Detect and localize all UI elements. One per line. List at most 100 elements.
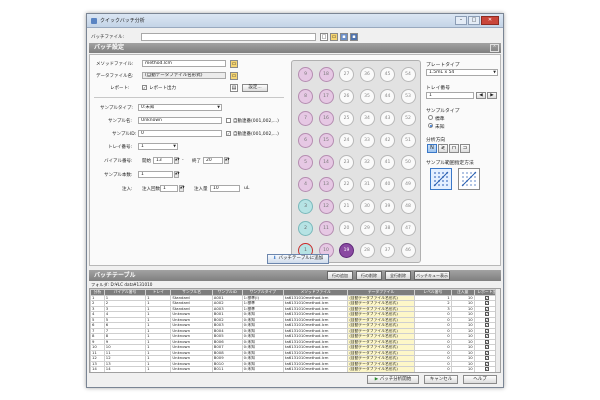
report-output-checkbox[interactable]: ✓ xyxy=(484,328,489,333)
vial-well[interactable]: 6 xyxy=(298,133,313,148)
report-output-checkbox[interactable]: ✓ xyxy=(484,345,489,349)
vial-well[interactable]: 35 xyxy=(359,89,375,104)
vial-well[interactable]: 45 xyxy=(380,67,395,82)
vial-well[interactable]: 54 xyxy=(400,67,416,82)
vial-well[interactable]: 50 xyxy=(400,155,416,170)
vial-well[interactable]: 26 xyxy=(339,89,354,104)
vial-well[interactable]: 11 xyxy=(318,221,334,236)
insert-row-button[interactable]: 行の追加 xyxy=(327,271,353,280)
injection-count-spinner[interactable]: ▲▼ xyxy=(179,185,185,192)
vial-well[interactable]: 36 xyxy=(359,67,375,82)
vial-well[interactable]: 15 xyxy=(318,133,334,148)
vial-well[interactable]: 2 xyxy=(298,221,313,236)
direction-z-icon[interactable]: ≷ xyxy=(438,144,448,153)
plate-type-select[interactable]: 1.5mL x 54 xyxy=(426,69,498,76)
report-output-checkbox[interactable]: ✓ xyxy=(484,317,489,322)
method-browse-icon[interactable]: ▭ xyxy=(230,60,238,68)
table-scrollbar[interactable] xyxy=(495,289,500,372)
right-tray-number-input[interactable]: 1 xyxy=(426,92,474,99)
vial-well[interactable]: 47 xyxy=(400,221,416,236)
radio-standard[interactable] xyxy=(428,115,433,120)
vial-well[interactable]: 5 xyxy=(298,155,313,170)
vial-well[interactable]: 28 xyxy=(359,243,375,258)
data-file-browse-icon[interactable]: ▭ xyxy=(230,72,238,80)
vial-end-spinner[interactable]: ▲▼ xyxy=(224,157,230,164)
sample-count-spinner[interactable]: ▲▼ xyxy=(174,171,180,178)
vial-well[interactable]: 32 xyxy=(359,155,375,170)
vial-well[interactable]: 13 xyxy=(318,177,334,192)
vial-well[interactable]: 9 xyxy=(298,67,313,82)
report-checkbox[interactable]: ✓ xyxy=(142,85,147,90)
vial-well[interactable]: 14 xyxy=(318,155,334,170)
report-settings-button[interactable]: 設定... xyxy=(242,84,268,92)
vial-well[interactable]: 7 xyxy=(298,111,313,126)
show-batch-queue-button[interactable]: バッチキュー表示 xyxy=(414,271,450,280)
radio-unknown[interactable] xyxy=(428,123,433,128)
vial-start-input[interactable]: 13 xyxy=(153,157,173,164)
report-output-checkbox[interactable]: ✓ xyxy=(484,312,489,316)
vial-well[interactable]: 24 xyxy=(339,133,354,148)
report-icon[interactable]: ▤ xyxy=(230,84,238,92)
vial-well[interactable]: 51 xyxy=(400,133,416,148)
vial-well[interactable]: 52 xyxy=(400,111,416,126)
vial-well[interactable]: 23 xyxy=(339,155,354,170)
vial-well[interactable]: 41 xyxy=(380,155,395,170)
vial-well[interactable]: 48 xyxy=(400,199,416,214)
vial-well[interactable]: 33 xyxy=(359,133,375,148)
vial-well[interactable]: 44 xyxy=(380,89,395,104)
add-to-batch-table-button[interactable]: ⬇ バッチテーブルに追加 xyxy=(267,254,329,264)
auto-increment-name-checkbox[interactable] xyxy=(226,118,231,123)
maximize-button[interactable]: □ xyxy=(468,16,480,25)
vial-well[interactable]: 8 xyxy=(298,89,313,104)
report-output-checkbox[interactable]: ✓ xyxy=(484,356,489,360)
sample-count-input[interactable]: 1 xyxy=(138,171,173,178)
start-batch-button[interactable]: ▶ バッチ分析開始 xyxy=(367,375,419,384)
save-icon[interactable]: ▪ xyxy=(340,32,348,41)
vial-well[interactable]: 3 xyxy=(298,199,313,214)
delete-all-rows-button[interactable]: 全行削除 xyxy=(385,271,411,280)
range-pattern-diagonal-icon[interactable] xyxy=(458,168,480,190)
injection-count-input[interactable]: 1 xyxy=(160,185,178,192)
report-output-checkbox[interactable]: ✓ xyxy=(484,306,489,311)
vial-well[interactable]: 27 xyxy=(339,67,354,82)
vial-well[interactable]: 21 xyxy=(339,199,354,214)
report-output-checkbox[interactable]: ✓ xyxy=(484,339,489,344)
vial-well[interactable]: 29 xyxy=(359,221,375,236)
vial-well[interactable]: 12 xyxy=(318,199,334,214)
save-as-icon[interactable]: ▪ xyxy=(350,32,358,41)
vial-well[interactable]: 40 xyxy=(380,177,395,192)
vial-well[interactable]: 17 xyxy=(318,89,334,104)
batch-file-input[interactable] xyxy=(141,32,316,41)
report-output-checkbox[interactable]: ✓ xyxy=(484,361,489,366)
direction-n-icon[interactable]: N xyxy=(427,144,437,153)
vial-well[interactable]: 39 xyxy=(380,199,395,214)
vial-well[interactable]: 37 xyxy=(380,243,395,258)
sample-id-input[interactable]: 0 xyxy=(138,130,222,137)
new-file-icon[interactable]: □ xyxy=(320,32,328,41)
range-pattern-grid-icon[interactable] xyxy=(430,168,452,190)
help-button[interactable]: ヘルプ xyxy=(463,375,497,384)
tray-next-button[interactable]: ▶ xyxy=(487,92,497,99)
vial-well[interactable]: 42 xyxy=(380,133,395,148)
vial-end-input[interactable]: 20 xyxy=(203,157,223,164)
vial-well[interactable]: 53 xyxy=(400,89,416,104)
sample-name-input[interactable]: Unknown xyxy=(138,117,222,124)
vial-well[interactable]: 25 xyxy=(339,111,354,126)
report-output-checkbox[interactable]: ✓ xyxy=(484,295,489,300)
tray-prev-button[interactable]: ◀ xyxy=(476,92,486,99)
vial-well[interactable]: 46 xyxy=(400,243,416,258)
sample-type-select[interactable]: 0:未知 xyxy=(138,104,222,111)
vial-well[interactable]: 38 xyxy=(380,221,395,236)
vial-well[interactable]: 30 xyxy=(359,199,375,214)
report-output-checkbox[interactable]: ✓ xyxy=(484,334,489,338)
method-file-input[interactable]: method.lcm xyxy=(142,60,226,67)
vial-well[interactable]: 18 xyxy=(318,67,334,82)
direction-return-icon[interactable]: ⊐ xyxy=(460,144,470,153)
data-file-input[interactable]: (自動データファイル名形式) xyxy=(142,72,226,79)
open-folder-icon[interactable]: ▭ xyxy=(330,32,338,41)
minimize-button[interactable]: – xyxy=(455,16,467,25)
vial-well[interactable]: 49 xyxy=(400,177,416,192)
report-output-checkbox[interactable]: ✓ xyxy=(484,350,489,355)
vial-well[interactable]: 34 xyxy=(359,111,375,126)
report-output-checkbox[interactable]: ✓ xyxy=(484,301,489,305)
